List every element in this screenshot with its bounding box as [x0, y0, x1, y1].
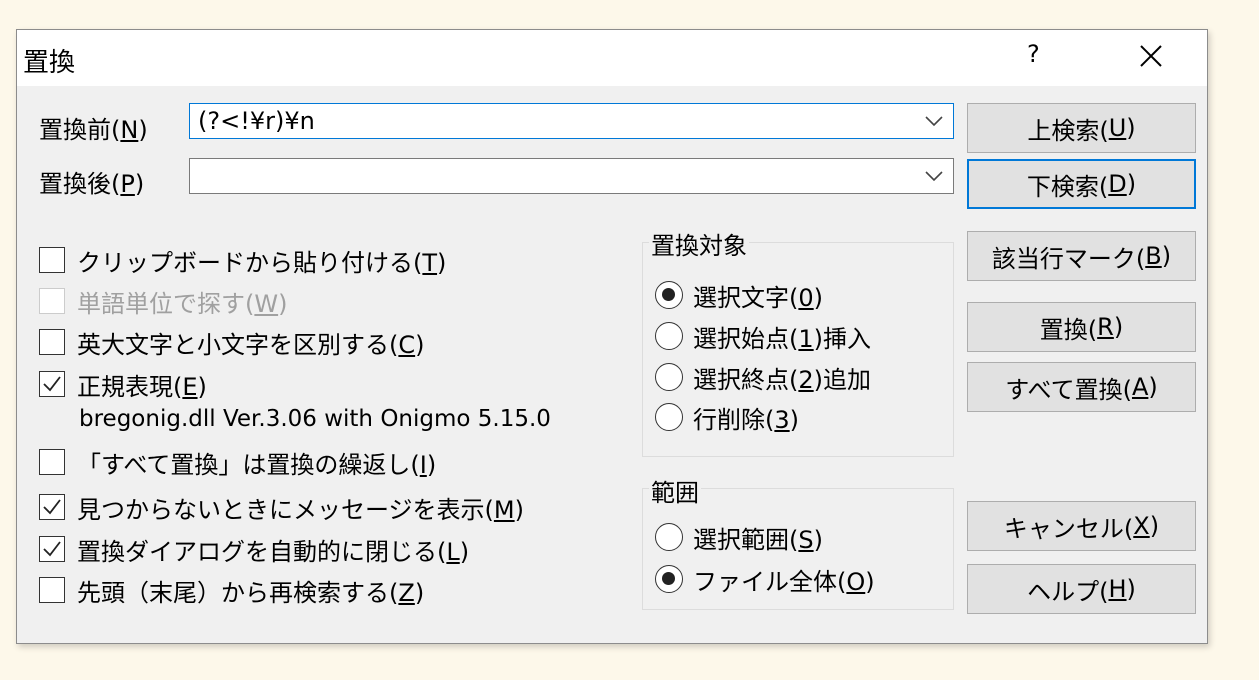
checkbox-box[interactable]: [39, 371, 65, 397]
radio-selection-range[interactable]: 選択範囲(S): [655, 520, 823, 554]
find-label-end: ): [138, 116, 148, 144]
checkbox-box[interactable]: [39, 247, 65, 273]
radio-label: 選択文字(0): [693, 283, 824, 312]
checkmark-icon: [43, 499, 61, 515]
replace-dialog: 置換 ? 置換前(N) (?<!¥r)¥n 置換後(P) クリップボードから貼り…: [16, 29, 1208, 644]
checkbox-label: 「すべて置換」は置換の繰返し(I): [77, 450, 437, 479]
mark-lines-button[interactable]: 該当行マーク(B): [967, 231, 1196, 281]
title-bar: 置換 ?: [17, 30, 1207, 86]
radio-button[interactable]: [655, 565, 683, 593]
replace-all-button[interactable]: すべて置換(A): [967, 362, 1196, 412]
find-label-text: 置換前(: [39, 116, 121, 144]
checkbox-show-not-found-message[interactable]: 見つからないときにメッセージを表示(M): [39, 490, 524, 524]
replace-combobox[interactable]: [189, 158, 954, 194]
cancel-button[interactable]: キャンセル(X): [967, 501, 1196, 551]
checkbox-match-case[interactable]: 英大文字と小文字を区別する(C): [39, 325, 425, 359]
search-up-button[interactable]: 上検索(U): [967, 103, 1196, 153]
checkbox-label: 見つからないときにメッセージを表示(M): [77, 495, 524, 524]
chevron-down-icon[interactable]: [925, 170, 943, 182]
radio-button[interactable]: [655, 281, 683, 309]
checkbox-label: 英大文字と小文字を区別する(C): [77, 330, 425, 359]
checkbox-box[interactable]: [39, 536, 65, 562]
radio-selected-text[interactable]: 選択文字(0): [655, 278, 823, 312]
radio-button[interactable]: [655, 523, 683, 551]
replace-label-text: 置換後(: [39, 170, 121, 198]
target-group-title: 置換対象: [649, 226, 749, 261]
close-icon[interactable]: [1137, 42, 1165, 70]
replace-label-end: ): [134, 170, 145, 198]
radio-button[interactable]: [655, 403, 683, 431]
find-combobox[interactable]: (?<!¥r)¥n: [189, 103, 954, 139]
radio-append-at-end[interactable]: 選択終点(2)追加: [655, 360, 871, 394]
find-label-key: N: [120, 116, 139, 144]
radio-label: ファイル全体(O): [693, 567, 875, 596]
radio-label: 選択終点(2)追加: [693, 365, 872, 394]
checkbox-box: [39, 288, 65, 314]
replace-button[interactable]: 置換(R): [967, 302, 1196, 352]
dialog-title: 置換: [23, 48, 76, 78]
checkbox-paste-clipboard[interactable]: クリップボードから貼り付ける(T): [39, 243, 446, 277]
radio-button[interactable]: [655, 322, 683, 350]
chevron-down-icon[interactable]: [925, 115, 943, 127]
checkbox-box[interactable]: [39, 494, 65, 520]
replace-label: 置換後(P): [39, 164, 144, 199]
replace-label-key: P: [120, 170, 135, 198]
checkbox-whole-word: 単語単位で探す(W): [39, 284, 287, 318]
search-down-button[interactable]: 下検索(D): [967, 159, 1196, 209]
scope-group-title: 範囲: [649, 473, 701, 508]
radio-insert-at-start[interactable]: 選択始点(1)挿入: [655, 319, 871, 353]
help-button[interactable]: ヘルプ(H): [967, 564, 1196, 614]
checkbox-box[interactable]: [39, 577, 65, 603]
radio-label: 選択始点(1)挿入: [693, 324, 872, 353]
checkbox-box[interactable]: [39, 329, 65, 355]
checkbox-regex[interactable]: 正規表現(E): [39, 367, 207, 401]
checkbox-label: クリップボードから貼り付ける(T): [77, 248, 447, 277]
checkbox-label: 置換ダイアログを自動的に閉じる(L): [77, 537, 470, 566]
checkbox-label: 先頭（末尾）から再検索する(Z): [77, 578, 425, 607]
radio-whole-file[interactable]: ファイル全体(O): [655, 562, 875, 596]
checkmark-icon: [43, 541, 61, 557]
find-label: 置換前(N): [39, 110, 148, 145]
checkbox-auto-close[interactable]: 置換ダイアログを自動的に閉じる(L): [39, 532, 469, 566]
find-input[interactable]: (?<!¥r)¥n: [198, 107, 315, 135]
checkbox-label: 正規表現(E): [77, 372, 207, 401]
checkbox-replace-all-repeat[interactable]: 「すべて置換」は置換の繰返し(I): [39, 445, 436, 479]
checkbox-wrap-search[interactable]: 先頭（末尾）から再検索する(Z): [39, 573, 424, 607]
radio-button[interactable]: [655, 363, 683, 391]
radio-label: 行削除(3): [693, 405, 800, 434]
radio-label: 選択範囲(S): [693, 525, 823, 554]
checkmark-icon: [43, 376, 61, 392]
help-icon[interactable]: ?: [1027, 40, 1040, 68]
checkbox-label: 単語単位で探す(W): [77, 289, 288, 318]
regex-library-info: bregonig.dll Ver.3.06 with Onigmo 5.15.0: [79, 406, 551, 432]
checkbox-box[interactable]: [39, 449, 65, 475]
radio-delete-line[interactable]: 行削除(3): [655, 400, 799, 434]
